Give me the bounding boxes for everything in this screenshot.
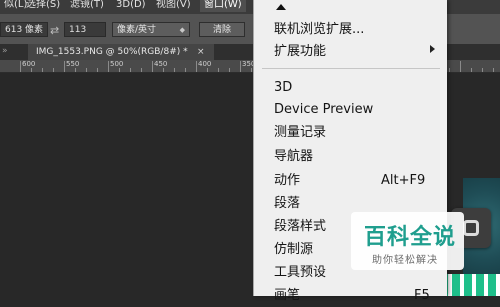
ruler-tick [97,68,98,72]
menu-item-select[interactable]: 选择(S) [26,0,60,12]
ruler-tick [42,68,43,72]
ruler-tick [229,68,230,72]
ruler-tick [174,68,175,72]
menu-item-filter[interactable]: 滤镜(T) [70,0,104,12]
close-icon[interactable]: × [197,44,205,60]
height-field[interactable]: 113 [64,22,106,37]
ruler-label: 450 [154,60,168,68]
menu-item-device-preview[interactable]: Device Preview [274,99,373,121]
ruler-tick [493,68,494,72]
document-tab[interactable]: IMG_1553.PNG @ 50%(RGB/8#) * [28,44,214,60]
menu-separator [262,68,440,69]
submenu-arrow-icon [430,45,435,53]
ruler-label: 500 [110,60,124,68]
ruler-tick [218,68,219,72]
menu-item-view[interactable]: 视图(V) [156,0,191,12]
ruler-tick [20,61,21,72]
ruler-tick [130,68,131,72]
menu-shortcut-brushes: F5 [414,288,430,303]
menu-item-browse-extensions[interactable]: 联机浏览扩展... [274,19,364,41]
tab-scroll-icon[interactable]: » [2,46,8,56]
ruler-tick [163,68,164,72]
ruler-tick [240,61,241,72]
resolution-unit-select[interactable]: 像素/英寸 ◆ [112,22,190,37]
ruler-tick [31,68,32,72]
menu-item-navigator[interactable]: 导航器 [274,146,313,168]
ruler-tick [471,68,472,72]
menu-item-actions[interactable]: 动作 [274,170,300,192]
clear-button[interactable]: 清除 [199,22,245,37]
ruler-label: 550 [66,60,80,68]
document-tab-label: IMG_1553.PNG @ 50%(RGB/8#) * [36,47,188,57]
ruler-tick [64,61,65,72]
ruler-tick [75,68,76,72]
menu-item-tool-presets[interactable]: 工具预设 [274,262,326,284]
chevron-down-icon: ◆ [179,26,185,34]
ruler-tick [108,61,109,72]
menu-scroll-up-icon[interactable] [276,4,286,10]
ruler-tick [119,68,120,72]
ruler-tick [207,68,208,72]
menu-shortcut-actions: Alt+F9 [381,173,426,188]
menu-item-measurement-log[interactable]: 测量记录 [274,122,326,144]
ruler-tick [460,61,461,72]
menu-item-brushes[interactable]: 画笔 [274,285,300,307]
ruler-tick [449,68,450,72]
ruler-tick [482,68,483,72]
menu-item-partial[interactable]: 似(L) [4,0,27,12]
ruler-tick [152,61,153,72]
menu-item-extensions[interactable]: 扩展功能 [274,41,326,63]
watermark-title: 百科全说 [364,225,457,250]
menu-item-paragraph-styles[interactable]: 段落样式 [274,216,326,238]
ruler-tick [141,68,142,72]
ruler-tick [196,61,197,72]
resolution-unit-label: 像素/英寸 [117,25,157,35]
ruler-label: 600 [22,60,36,68]
width-field[interactable]: 613 像素 [0,22,48,37]
swap-icon[interactable]: ⇄ [50,24,59,37]
menu-item-3d[interactable]: 3D(D) [116,0,146,12]
menu-item-clone-source[interactable]: 仿制源 [274,239,313,261]
ruler-tick [86,68,87,72]
ruler-tick [251,68,252,72]
watermark-subtitle: 助你轻松解决 [372,255,438,266]
menu-item-window[interactable]: 窗口(W) [200,0,246,12]
menu-item-paragraph[interactable]: 段落 [274,193,300,215]
menu-item-3d-panel[interactable]: 3D [274,77,292,99]
ruler-tick [53,68,54,72]
image-strip-decoration [440,274,500,296]
ruler-label: 400 [198,60,212,68]
ruler-tick [185,68,186,72]
